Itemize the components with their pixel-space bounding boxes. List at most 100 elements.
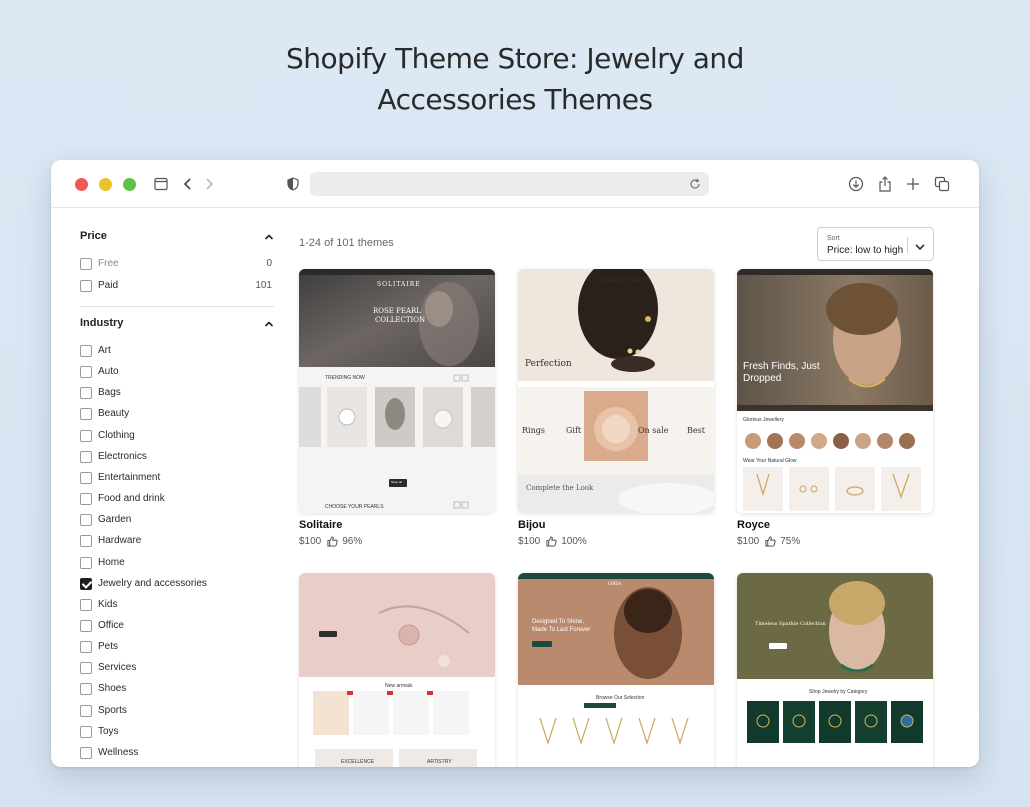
checkbox[interactable] — [80, 556, 92, 569]
checkbox[interactable] — [80, 493, 92, 506]
checkbox[interactable] — [80, 345, 92, 357]
industry-option-toys[interactable]: Toys — [80, 724, 274, 742]
industry-option-auto[interactable]: Auto — [80, 364, 274, 382]
preview-section: New arrivals — [385, 683, 413, 689]
price-filter-title: Price — [80, 230, 107, 242]
minimize-window-button[interactable] — [99, 178, 112, 191]
price-option-paid[interactable]: Paid 101 — [80, 278, 274, 296]
checkbox[interactable] — [80, 514, 92, 527]
checkbox[interactable] — [80, 258, 92, 270]
back-icon[interactable] — [178, 174, 198, 194]
theme-meta: $100 75% — [737, 536, 933, 547]
industry-option-shoes[interactable]: Shoes — [80, 681, 274, 699]
checkbox[interactable] — [80, 641, 92, 654]
industry-option-food-and-drink[interactable]: Food and drink — [80, 491, 274, 509]
industry-option-kids[interactable]: Kids — [80, 597, 274, 615]
preview-hero-title: Perfection — [525, 359, 572, 369]
industry-option-home[interactable]: Home — [80, 555, 274, 573]
option-label: Home — [98, 556, 125, 568]
theme-preview[interactable]: ORIA Designed To Shine, Made To Last For… — [518, 573, 714, 767]
shield-icon[interactable] — [283, 174, 303, 194]
share-icon[interactable] — [875, 174, 895, 194]
option-label: Pets — [98, 641, 119, 653]
zoom-window-button[interactable] — [123, 178, 136, 191]
option-label: Toys — [98, 725, 119, 737]
checkbox[interactable] — [80, 683, 92, 696]
preview-section: TRENDING NOW — [325, 375, 365, 381]
industry-option-bags[interactable]: Bags — [80, 385, 274, 403]
close-window-button[interactable] — [75, 178, 88, 191]
address-bar[interactable] — [310, 172, 709, 196]
industry-option-electronics[interactable]: Electronics — [80, 449, 274, 467]
industry-option-pets[interactable]: Pets — [80, 639, 274, 657]
industry-filter-header[interactable]: Industry — [80, 317, 274, 337]
theme-preview-solitaire[interactable]: SOLITAIRE ROSE PEARL COLLECTION TRENDING… — [299, 269, 495, 513]
chevron-up-icon[interactable] — [264, 232, 274, 244]
theme-card-royce[interactable]: Fresh Finds, Just Dropped Glorious Jewel… — [737, 269, 933, 547]
tabs-overview-icon[interactable] — [932, 174, 952, 194]
industry-option-sports[interactable]: Sports — [80, 703, 274, 721]
industry-option-office[interactable]: Office — [80, 618, 274, 636]
industry-option-garden[interactable]: Garden — [80, 512, 274, 530]
theme-preview[interactable]: Timeless Sparkle Collection Shop Jewelry… — [737, 573, 933, 767]
checkbox[interactable] — [80, 619, 92, 632]
option-count: 0 — [266, 258, 272, 269]
theme-preview-royce[interactable]: Fresh Finds, Just Dropped Glorious Jewel… — [737, 269, 933, 513]
theme-card-solitaire[interactable]: SOLITAIRE ROSE PEARL COLLECTION TRENDING… — [299, 269, 495, 547]
theme-card[interactable]: Timeless Sparkle Collection Shop Jewelry… — [737, 573, 933, 767]
browser-toolbar — [51, 160, 979, 208]
checkbox[interactable] — [80, 366, 92, 379]
checkbox[interactable] — [80, 429, 92, 442]
option-count: 101 — [255, 280, 272, 291]
checkbox[interactable] — [80, 471, 92, 484]
checkbox-checked[interactable] — [80, 577, 92, 590]
checkbox[interactable] — [80, 704, 92, 717]
checkbox[interactable] — [80, 535, 92, 548]
checkbox[interactable] — [80, 598, 92, 611]
preview-hero-title: Designed To Shine, — [532, 619, 584, 625]
forward-icon[interactable] — [199, 174, 219, 194]
industry-option-art[interactable]: Art — [80, 343, 274, 361]
preview-section: Browse Our Selection — [596, 695, 645, 701]
download-icon[interactable] — [846, 174, 866, 194]
checkbox[interactable] — [80, 746, 92, 759]
theme-card-bijou[interactable]: BELLEVUE JEWELRY Perfection Rings Gift O… — [518, 269, 714, 547]
industry-option-services[interactable]: Services — [80, 660, 274, 678]
theme-name[interactable]: Bijou — [518, 519, 714, 531]
industry-option-wellness[interactable]: Wellness — [80, 745, 274, 763]
industry-filter-title: Industry — [80, 317, 124, 329]
sort-dropdown[interactable]: Sort Price: low to high — [817, 227, 934, 261]
checkbox[interactable] — [80, 280, 92, 292]
checkbox[interactable] — [80, 387, 92, 400]
chevron-up-icon[interactable] — [264, 319, 274, 331]
checkbox[interactable] — [80, 662, 92, 675]
industry-option-jewelry-and-accessories[interactable]: Jewelry and accessories — [80, 576, 274, 594]
thumbs-up-icon — [546, 536, 557, 547]
theme-name[interactable]: Royce — [737, 519, 933, 531]
industry-option-clothing[interactable]: Clothing — [80, 428, 274, 446]
theme-name[interactable]: Solitaire — [299, 519, 495, 531]
preview-brand: BELLEVUE JEWELRY — [598, 277, 649, 283]
theme-rating: 100% — [561, 536, 587, 547]
checkbox[interactable] — [80, 725, 92, 738]
sidebar-icon[interactable] — [151, 174, 171, 194]
theme-preview-bijou[interactable]: BELLEVUE JEWELRY Perfection Rings Gift O… — [518, 269, 714, 513]
theme-card[interactable]: New arrivals EXCELLENCE ARTISTRY — [299, 573, 495, 767]
price-filter-header[interactable]: Price — [80, 230, 274, 250]
checkbox[interactable] — [80, 408, 92, 421]
price-option-free[interactable]: Free 0 — [80, 256, 274, 274]
option-label: Hardware — [98, 535, 142, 547]
option-label: Free — [98, 258, 119, 269]
industry-option-hardware[interactable]: Hardware — [80, 533, 274, 551]
results-count: 1-24 of 101 themes — [299, 237, 394, 249]
theme-card[interactable]: ORIA Designed To Shine, Made To Last For… — [518, 573, 714, 767]
browser-window: Price Free 0 Paid 101 Industry Art Auto Ba… — [51, 160, 979, 767]
industry-option-beauty[interactable]: Beauty — [80, 406, 274, 424]
theme-preview[interactable]: New arrivals EXCELLENCE ARTISTRY — [299, 573, 495, 767]
new-tab-icon[interactable] — [903, 174, 923, 194]
chevron-down-icon[interactable] — [914, 239, 926, 257]
reload-icon[interactable] — [689, 177, 701, 195]
industry-option-entertainment[interactable]: Entertainment — [80, 470, 274, 488]
option-label: Services — [98, 662, 137, 674]
checkbox[interactable] — [80, 450, 92, 463]
